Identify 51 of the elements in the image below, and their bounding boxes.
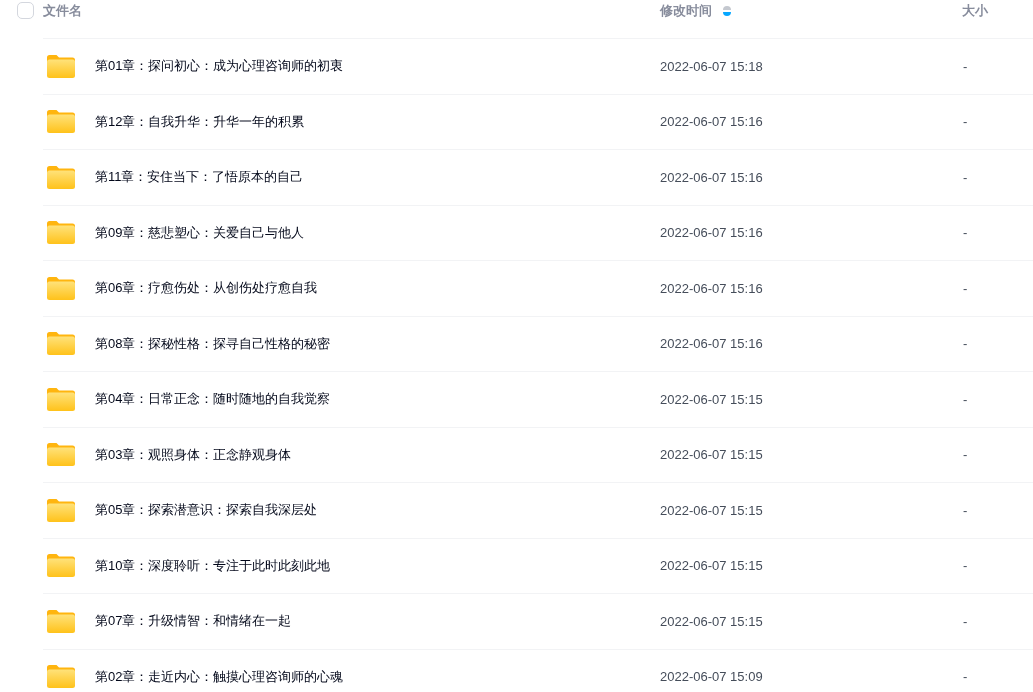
modified-time: 2022-06-07 15:16 — [660, 169, 764, 185]
modified-time: 2022-06-07 15:16 — [660, 114, 764, 130]
select-all-checkbox[interactable] — [17, 2, 34, 19]
file-size: - — [962, 447, 969, 463]
sort-icon[interactable] — [723, 4, 731, 18]
folder-icon — [47, 332, 75, 356]
folder-name[interactable]: 第06章：疗愈伤处：从创伤处疗愈自我 — [95, 279, 660, 298]
folder-name[interactable]: 第10章：深度聆听：专注于此时此刻此地 — [95, 556, 660, 575]
modified-time: 2022-06-07 15:15 — [660, 502, 764, 518]
file-size: - — [962, 225, 969, 241]
file-size: - — [962, 613, 969, 629]
folder-icon — [47, 165, 75, 189]
column-header[interactable]: 大小 — [962, 0, 988, 22]
folder-icon — [47, 276, 75, 300]
modified-time: 2022-06-07 15:15 — [660, 391, 764, 407]
folder-name[interactable]: 第01章：探问初心：成为心理咨询师的初衷 — [95, 57, 660, 76]
file-size: - — [962, 391, 969, 407]
folder-icon — [47, 554, 75, 578]
modified-time: 2022-06-07 15:16 — [660, 336, 764, 352]
modified-time: 2022-06-07 15:16 — [660, 225, 764, 241]
modified-time: 2022-06-07 15:15 — [660, 447, 764, 463]
folder-name[interactable]: 第04章：日常正念：随时随地的自我觉察 — [95, 390, 660, 409]
folder-name[interactable]: 第03章：观照身体：正念静观身体 — [95, 445, 660, 464]
folder-icon — [47, 387, 75, 411]
file-size: - — [962, 169, 969, 185]
modified-time: 2022-06-07 15:15 — [660, 613, 764, 629]
file-size: - — [962, 114, 969, 130]
folder-name[interactable]: 第07章：升级情智：和情绪在一起 — [95, 612, 660, 631]
folder-icon — [47, 54, 75, 78]
folder-name[interactable]: 第02章：走近内心：触摸心理咨询师的心魂 — [95, 667, 660, 686]
file-size: - — [962, 502, 969, 518]
modified-time: 2022-06-07 15:15 — [660, 558, 764, 574]
folder-icon — [47, 498, 75, 522]
folder-icon — [47, 221, 75, 245]
folder-name[interactable]: 第11章：安住当下：了悟原本的自己 — [95, 168, 660, 187]
file-size: - — [962, 669, 969, 685]
folder-name[interactable]: 第09章：慈悲塑心：关爱自己与他人 — [95, 223, 660, 242]
folder-icon — [47, 665, 75, 689]
modified-time: 2022-06-07 15:16 — [660, 280, 764, 296]
file-size: - — [962, 558, 969, 574]
file-size: - — [962, 280, 969, 296]
modified-time: 2022-06-07 15:18 — [660, 58, 764, 74]
folder-icon — [47, 443, 75, 467]
folder-name[interactable]: 第12章：自我升华：升华一年的积累 — [95, 112, 660, 131]
folder-icon — [47, 609, 75, 633]
file-size: - — [962, 58, 969, 74]
folder-name[interactable]: 第05章：探索潜意识：探索自我深层处 — [95, 501, 660, 520]
modified-time: 2022-06-07 15:09 — [660, 669, 764, 685]
folder-name[interactable]: 第08章：探秘性格：探寻自己性格的秘密 — [95, 334, 660, 353]
file-size: - — [962, 336, 969, 352]
folder-icon — [47, 110, 75, 134]
